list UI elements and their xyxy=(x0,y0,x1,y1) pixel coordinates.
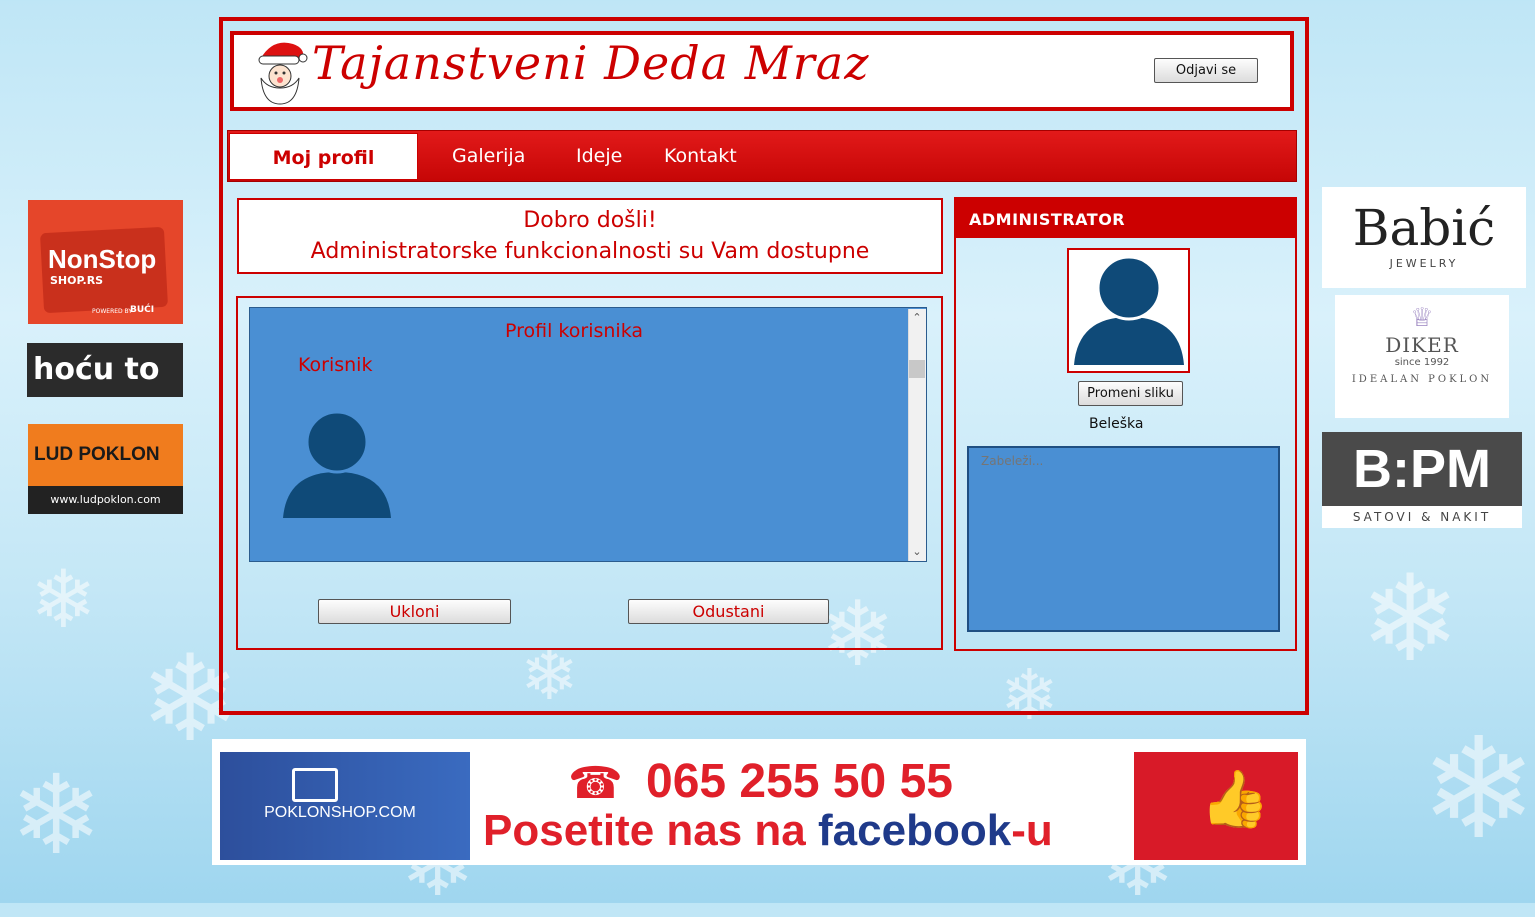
tab-moj-profil[interactable]: Moj profil xyxy=(229,147,418,169)
profile-title: Profil korisnika xyxy=(505,320,644,342)
profile-user-label: Korisnik xyxy=(298,354,373,376)
ad-diker-tag: IDEALAN POKLON xyxy=(1351,374,1493,385)
tab-ideje[interactable]: Ideje xyxy=(576,145,622,167)
tab-kontakt[interactable]: Kontakt xyxy=(664,145,737,167)
snowflake-decoration: ❄ xyxy=(10,751,103,879)
banner-text-suffix: -u xyxy=(1011,806,1053,855)
ad-nonstop-domain: SHOP.RS xyxy=(50,274,104,287)
banner-shop-block: POKLONSHOP.COM xyxy=(220,752,470,860)
scroll-up-icon[interactable]: ⌃ xyxy=(908,309,926,327)
ad-diker-since: since 1992 xyxy=(1394,357,1450,368)
change-photo-button[interactable]: Promeni sliku xyxy=(1078,381,1183,406)
thumbs-up-icon: 👍 xyxy=(1200,767,1270,832)
gift-icon xyxy=(292,768,338,802)
crown-icon: ♕ xyxy=(1410,303,1434,333)
ad-bpm-sub: SATOVI & NAKIT xyxy=(1322,506,1522,528)
banner-text-prefix: Posetite nas na xyxy=(483,806,819,855)
banner-text-brand: facebook xyxy=(818,806,1012,855)
ad-lud-title: LUD POKLON xyxy=(34,444,160,465)
ad-hocu-to[interactable]: hoću to xyxy=(27,343,183,397)
logout-button[interactable]: Odjavi se xyxy=(1154,58,1258,83)
admin-title: ADMINISTRATOR xyxy=(969,210,1126,229)
ad-bpm[interactable]: B:PM SATOVI & NAKIT xyxy=(1322,432,1522,528)
scroll-thumb[interactable] xyxy=(909,360,925,378)
ad-lud-poklon[interactable]: LUD POKLON www.ludpoklon.com xyxy=(28,424,183,514)
note-label: Beleška xyxy=(1089,416,1144,432)
phone-icon: ☎ xyxy=(568,758,623,809)
scroll-down-icon[interactable]: ⌄ xyxy=(908,543,926,561)
ad-babic-name: Babić xyxy=(1352,199,1496,257)
ad-lud-url: www.ludpoklon.com xyxy=(28,486,183,514)
admin-avatar-icon xyxy=(1074,255,1184,365)
snowflake-decoration: ❄ xyxy=(1420,708,1535,871)
welcome-box: Dobro došli! Administratorske funkcional… xyxy=(237,198,943,274)
site-logo-title: Tajanstveni Deda Mraz xyxy=(312,36,870,90)
cancel-button[interactable]: Odustani xyxy=(628,599,829,624)
ad-diker[interactable]: ♕ DIKER since 1992 IDEALAN POKLON xyxy=(1335,295,1509,418)
note-textarea[interactable] xyxy=(967,446,1280,632)
ad-babic-sub: JEWELRY xyxy=(1389,257,1459,270)
ad-nonstop-brand: BUĆI xyxy=(130,305,155,315)
snowflake-decoration: ❄ xyxy=(30,553,98,646)
profile-scrollbar[interactable] xyxy=(908,309,926,561)
banner-facebook-line: Posetite nas na facebook-u xyxy=(483,806,1053,856)
ad-bpm-name: B:PM xyxy=(1353,439,1491,499)
santa-logo-icon xyxy=(258,42,308,105)
welcome-greeting: Dobro došli! xyxy=(523,208,657,233)
ad-babic-jewelry[interactable]: Babić JEWELRY xyxy=(1322,187,1526,288)
banner-phone: 065 255 50 55 xyxy=(646,755,953,808)
tab-galerija[interactable]: Galerija xyxy=(452,145,525,167)
user-avatar-icon xyxy=(283,410,391,518)
ad-nonstop-powered: POWERED BY xyxy=(92,308,133,315)
remove-button[interactable]: Ukloni xyxy=(318,599,511,624)
ad-nonstop-shop[interactable]: NonStop SHOP.RS POWERED BY BUĆI xyxy=(28,200,183,324)
welcome-message: Administratorske funkcionalnosti su Vam … xyxy=(310,239,870,264)
banner-shop-name: POKLONSHOP.COM xyxy=(264,804,416,821)
banner-like-block: 👍 xyxy=(1134,752,1298,860)
ad-nonstop-title: NonStop xyxy=(48,244,157,274)
snowflake-decoration: ❄ xyxy=(1360,550,1461,689)
ad-diker-name: DIKER xyxy=(1385,333,1459,357)
